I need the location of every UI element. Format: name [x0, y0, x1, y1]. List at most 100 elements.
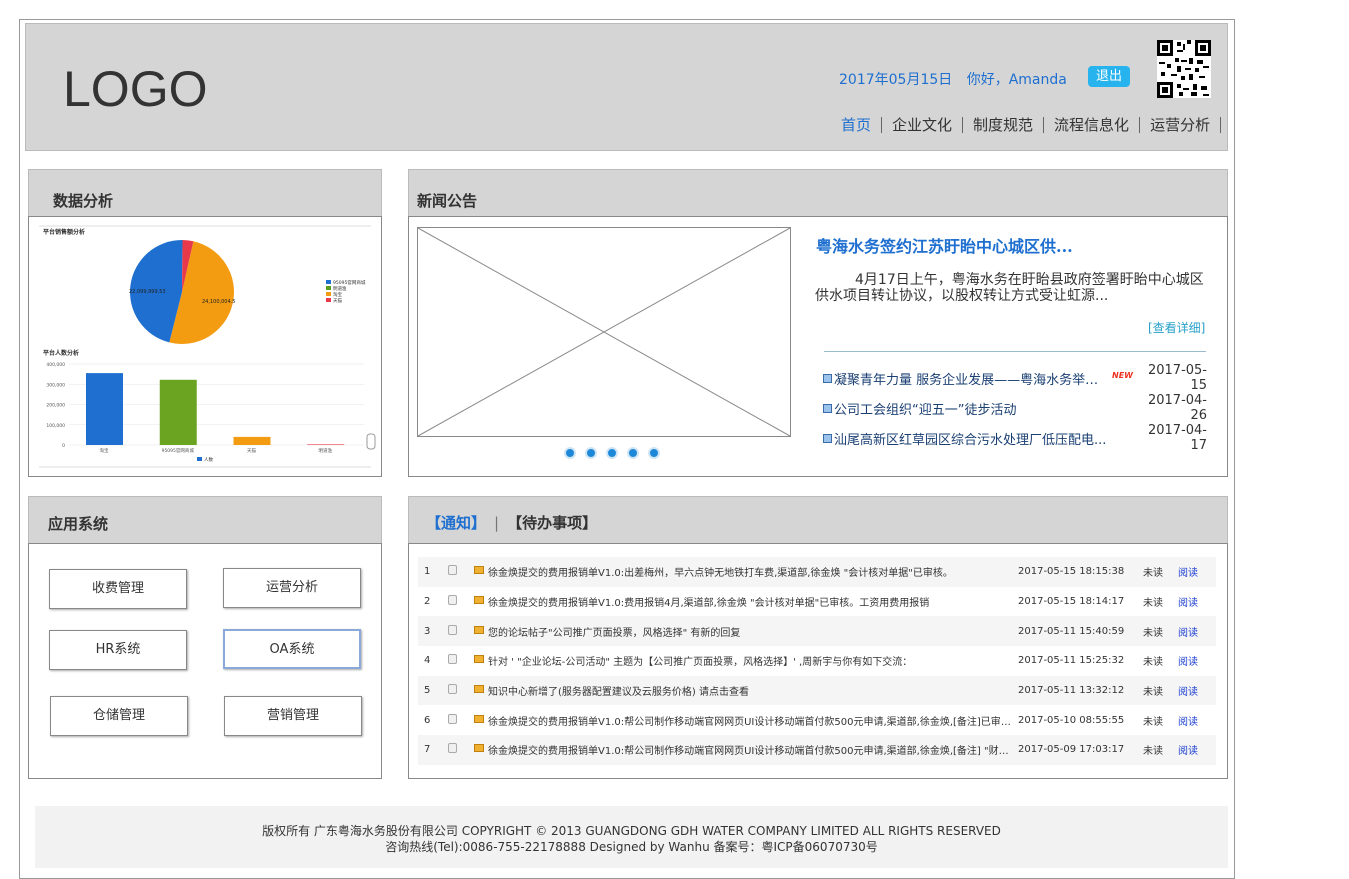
- notice-time: 2017-05-09 17:03:17: [1018, 744, 1125, 756]
- logo[interactable]: LOGO: [63, 60, 207, 118]
- news-image-placeholder[interactable]: [417, 227, 791, 437]
- user-info: 2017年05月15日 你好，Amanda: [839, 69, 1077, 89]
- chart-scroll-handle[interactable]: [366, 433, 376, 450]
- pie-title: 平台销售额分析: [43, 228, 85, 236]
- legend-swatch: [326, 280, 331, 284]
- contact-info: 咨询热线(Tel):0086-755-22178888 Designed by …: [385, 840, 878, 854]
- notice-row[interactable]: 2 徐金焕提交的费用报销单V1.0:费用报销4月,渠道部,徐金焕 "会计核对单据"…: [418, 587, 1216, 617]
- carousel-dot[interactable]: [564, 447, 576, 459]
- mail-icon: [474, 685, 484, 694]
- app-marketing-button[interactable]: 营销管理: [224, 696, 362, 736]
- notice-title[interactable]: 徐金焕提交的费用报销单V1.0:出差梅州，早六点钟无地铁打车费,渠道部,徐金焕 …: [488, 557, 1018, 587]
- footer: 版权所有 广东粤海水务股份有限公司 COPYRIGHT © 2013 GUANG…: [35, 806, 1228, 868]
- app-operations-button[interactable]: 运营分析: [223, 568, 361, 608]
- app-oa-button[interactable]: OA系统: [223, 629, 361, 669]
- nav-operations[interactable]: 运营分析: [1140, 117, 1222, 133]
- news-headline[interactable]: 粤海水务签约江苏盱眙中心城区供...: [816, 233, 1073, 257]
- nav-workflow[interactable]: 流程信息化: [1044, 117, 1141, 133]
- read-link[interactable]: 阅读: [1178, 687, 1198, 698]
- tab-separator: |: [494, 514, 500, 532]
- read-link[interactable]: 阅读: [1178, 746, 1198, 757]
- row-checkbox[interactable]: [448, 565, 457, 576]
- logout-button[interactable]: 退出: [1088, 66, 1130, 87]
- pie-label-a: 22,099,999.53: [129, 289, 166, 295]
- notice-panel: 1 徐金焕提交的费用报销单V1.0:出差梅州，早六点钟无地铁打车费,渠道部,徐金焕…: [408, 543, 1228, 779]
- notice-row[interactable]: 1 徐金焕提交的费用报销单V1.0:出差梅州，早六点钟无地铁打车费,渠道部,徐金焕…: [418, 557, 1216, 587]
- notice-status: 未读: [1143, 716, 1163, 728]
- row-checkbox[interactable]: [448, 654, 457, 665]
- qr-code-icon: [1157, 40, 1211, 98]
- news-divider: [824, 351, 1206, 352]
- row-checkbox[interactable]: [448, 595, 457, 606]
- row-checkbox[interactable]: [448, 713, 457, 724]
- greeting: 你好，Amanda: [966, 72, 1067, 88]
- read-link[interactable]: 阅读: [1178, 657, 1198, 668]
- bar: [86, 373, 123, 445]
- mail-icon: [474, 625, 484, 634]
- apps-panel: 收费管理 运营分析 HR系统 OA系统 仓储管理 营销管理: [28, 543, 382, 779]
- main-nav: 首页 企业文化 制度规范 流程信息化 运营分析: [831, 117, 1222, 133]
- row-checkbox[interactable]: [448, 624, 457, 635]
- carousel-dot[interactable]: [627, 447, 639, 459]
- row-checkbox[interactable]: [448, 743, 457, 754]
- notice-title[interactable]: 徐金焕提交的费用报销单V1.0:费用报销4月,渠道部,徐金焕 "会计核对单据"已…: [488, 587, 1018, 617]
- bar: [307, 444, 345, 445]
- carousel-dot[interactable]: [648, 447, 660, 459]
- notice-status: 未读: [1143, 687, 1163, 699]
- bar: [233, 436, 271, 445]
- bar-title: 平台人数分析: [43, 349, 79, 357]
- notice-row[interactable]: 7 徐金焕提交的费用报销单V1.0:帮公司制作移动端官网网页UI设计移动端首付款5…: [418, 735, 1216, 765]
- carousel-dot[interactable]: [606, 447, 618, 459]
- news-more-link[interactable]: [查看详细]: [1148, 319, 1205, 336]
- bullet-icon: [823, 433, 832, 443]
- notice-row[interactable]: 6 徐金焕提交的费用报销单V1.0:帮公司制作移动端官网网页UI设计移动端首付款5…: [418, 705, 1216, 735]
- app-warehouse-button[interactable]: 仓储管理: [50, 696, 188, 736]
- read-link[interactable]: 阅读: [1178, 628, 1198, 639]
- row-checkbox[interactable]: [448, 684, 457, 695]
- row-number: 2: [424, 596, 431, 608]
- notice-row[interactable]: 5 知识中心新增了(服务器配置建议及云服务价格) 请点击查看 2017-05-11 …: [418, 675, 1216, 706]
- nav-home[interactable]: 首页: [831, 117, 883, 133]
- carousel-dot[interactable]: [585, 447, 597, 459]
- notice-time: 2017-05-10 08:55:55: [1018, 714, 1125, 726]
- mail-icon: [474, 744, 484, 753]
- pie-legend: 95095官网商城明道渔淘宝天猫: [326, 279, 366, 304]
- notice-status: 未读: [1143, 657, 1163, 669]
- notice-status: 未读: [1143, 746, 1163, 758]
- notice-time: 2017-05-15 18:14:17: [1018, 596, 1125, 608]
- tab-todo[interactable]: 【待办事项】: [507, 514, 597, 532]
- mail-icon: [474, 566, 484, 575]
- notice-title[interactable]: 徐金焕提交的费用报销单V1.0:帮公司制作移动端官网网页UI设计移动端首付款50…: [488, 735, 1018, 765]
- tab-notice[interactable]: 【通知】: [426, 514, 486, 532]
- notice-title[interactable]: 您的论坛帖子"公司推广页面投票，风格选择" 有新的回复: [488, 616, 1018, 646]
- notice-title[interactable]: 针对 ' "企业论坛-公司活动" 主题为【公司推广页面投票，风格选择】' ,周新…: [488, 646, 1018, 676]
- read-link[interactable]: 阅读: [1178, 717, 1198, 728]
- read-link[interactable]: 阅读: [1178, 598, 1198, 609]
- nav-culture[interactable]: 企业文化: [882, 117, 964, 133]
- notice-title[interactable]: 徐金焕提交的费用报销单V1.0:帮公司制作移动端官网网页UI设计移动端首付款50…: [488, 705, 1018, 735]
- news-list: 凝聚青年力量 服务企业发展——粤海水务举办“... NEW 2017-05-15…: [823, 363, 1207, 453]
- y-tick-label: 300,000: [46, 382, 65, 388]
- notice-time: 2017-05-15 18:15:38: [1018, 566, 1125, 578]
- news-list-item[interactable]: 凝聚青年力量 服务企业发展——粤海水务举办“... NEW 2017-05-15: [823, 363, 1207, 393]
- notice-row[interactable]: 3 您的论坛帖子"公司推广页面投票，风格选择" 有新的回复 2017-05-11 1…: [418, 616, 1216, 647]
- news-list-item[interactable]: 汕尾高新区红草园区综合污水处理厂低压配电... 2017-04-17: [823, 423, 1207, 453]
- mail-icon: [474, 714, 484, 723]
- app-hr-button[interactable]: HR系统: [49, 630, 187, 670]
- current-date: 2017年05月15日: [839, 72, 953, 88]
- news-list-item[interactable]: 公司工会组织“迎五一”徒步活动 2017-04-26: [823, 393, 1207, 423]
- new-badge: NEW: [1112, 370, 1133, 380]
- news-panel-title: 新闻公告: [408, 169, 1228, 216]
- bullet-icon: [823, 373, 832, 383]
- pie-label-b: 24,100,004.5: [202, 299, 235, 305]
- y-tick-label: 0: [62, 443, 65, 449]
- copyright: 版权所有 广东粤海水务股份有限公司 COPYRIGHT © 2013 GUANG…: [262, 824, 1001, 838]
- nav-rules[interactable]: 制度规范: [963, 117, 1045, 133]
- legend-swatch: [326, 292, 331, 296]
- notice-row[interactable]: 4 针对 ' "企业论坛-公司活动" 主题为【公司推广页面投票，风格选择】' ,周…: [418, 646, 1216, 676]
- read-link[interactable]: 阅读: [1178, 568, 1198, 579]
- row-number: 6: [424, 714, 431, 726]
- notice-title[interactable]: 知识中心新增了(服务器配置建议及云服务价格) 请点击查看: [488, 676, 1018, 706]
- app-billing-button[interactable]: 收费管理: [49, 569, 187, 609]
- y-tick-label: 200,000: [46, 403, 65, 409]
